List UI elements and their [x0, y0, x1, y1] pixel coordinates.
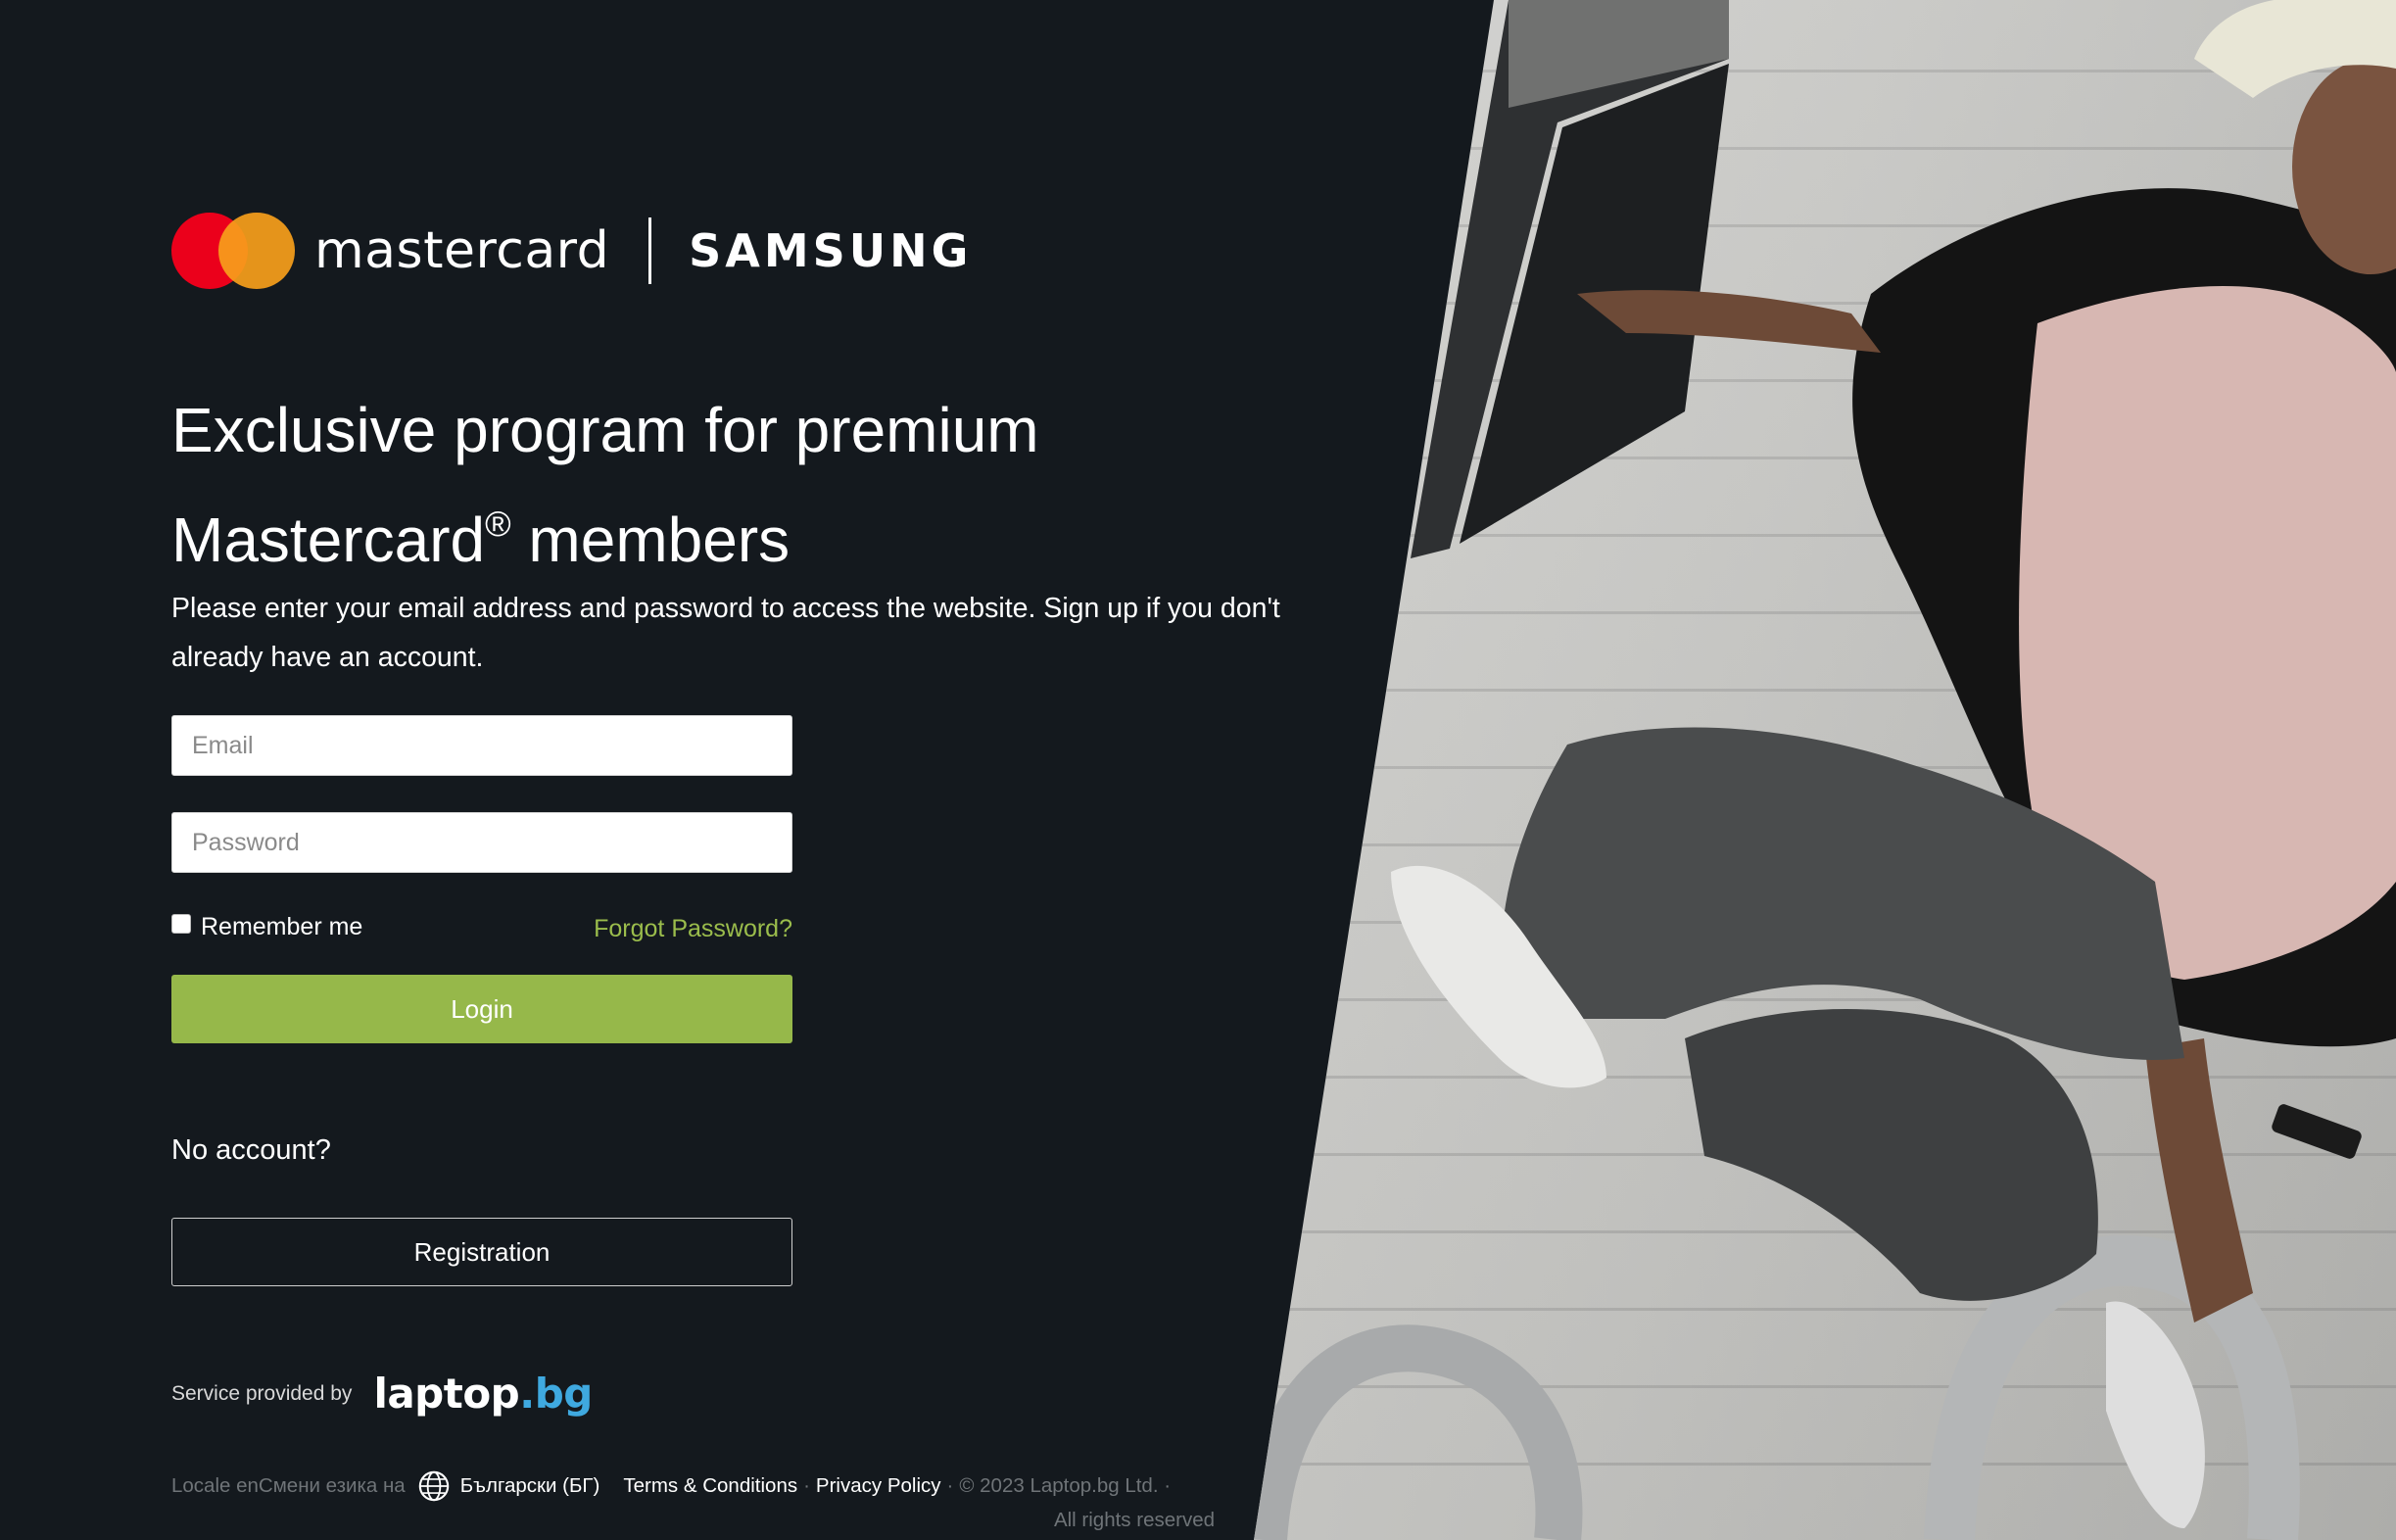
no-account-text: No account? [171, 1134, 331, 1166]
brand-logos: mastercard SAMSUNG [171, 212, 972, 290]
email-field[interactable] [171, 715, 792, 776]
footer: Locale enСмени езика на Български (БГ) T… [171, 1469, 1220, 1532]
service-provided-text: Service provided by [171, 1381, 353, 1405]
service-provider: Service provided by laptop.bg [171, 1370, 593, 1418]
privacy-link[interactable]: Privacy Policy [816, 1474, 941, 1498]
rights-text: All rights reserved [1053, 1509, 1215, 1531]
laptop-bg-logo[interactable]: laptop.bg [373, 1370, 593, 1418]
remember-me-label: Remember me [201, 913, 363, 940]
mastercard-logo-icon [171, 213, 295, 289]
registered-mark: ® [485, 504, 511, 544]
terms-link[interactable]: Terms & Conditions [623, 1474, 797, 1498]
samsung-wordmark: SAMSUNG [689, 224, 973, 277]
password-field[interactable] [171, 812, 792, 873]
remember-me-checkbox[interactable] [171, 913, 191, 934]
page-title: Exclusive program for premium Mastercard… [171, 384, 1151, 587]
footer-separator: · [803, 1474, 810, 1497]
registration-button[interactable]: Registration [171, 1218, 792, 1286]
locale-text: Locale enСмени езика на [171, 1474, 406, 1497]
copyright-text: © 2023 Laptop.bg Ltd. · [959, 1474, 1172, 1497]
mastercard-wordmark: mastercard [314, 221, 610, 280]
title-line-2-brand: Mastercard [171, 505, 486, 575]
forgot-password-link[interactable]: Forgot Password? [593, 915, 792, 943]
laptop-logo-main: laptop [373, 1370, 520, 1418]
title-line-2-rest: members [510, 505, 791, 575]
intro-text: Please enter your email address and pass… [171, 593, 1280, 673]
login-button[interactable]: Login [171, 975, 792, 1043]
logo-divider [648, 217, 652, 284]
title-line-1: Exclusive program for premium [171, 395, 1039, 465]
laptop-logo-suffix: .bg [519, 1370, 593, 1418]
footer-separator: · [946, 1474, 954, 1497]
language-selector[interactable]: Български (БГ) [460, 1474, 600, 1498]
globe-icon[interactable] [417, 1469, 451, 1503]
remember-me[interactable]: Remember me [171, 913, 362, 941]
